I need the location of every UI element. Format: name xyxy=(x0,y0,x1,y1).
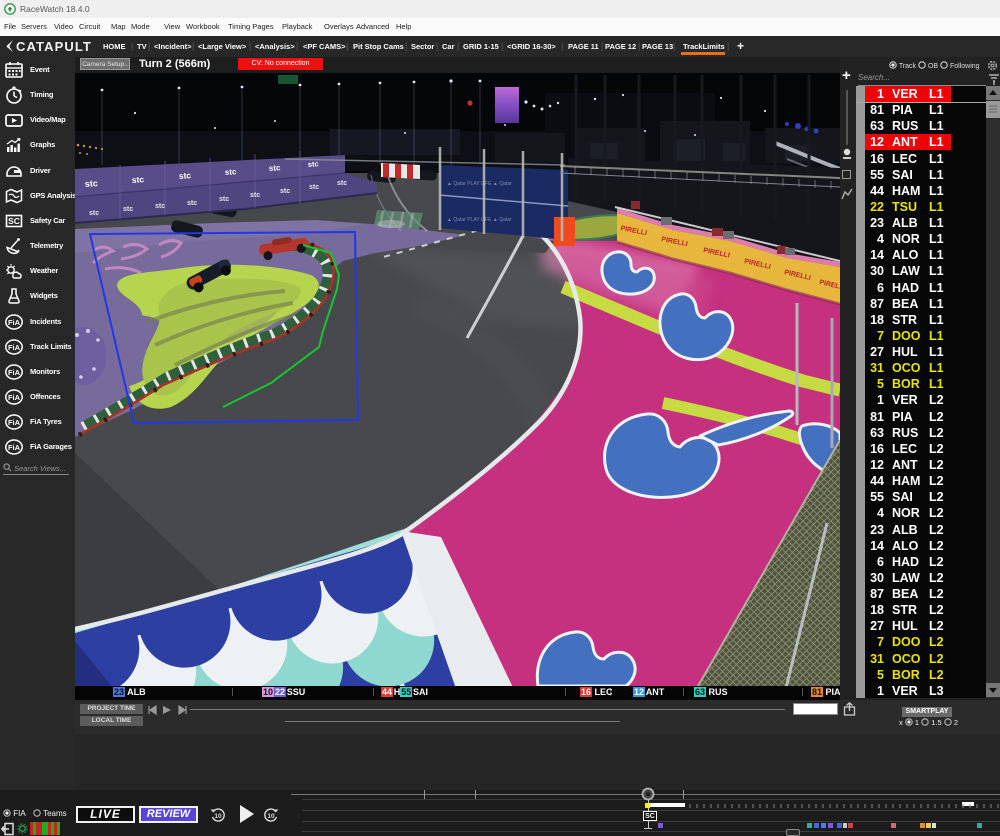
svg-text:stc: stc xyxy=(269,163,282,173)
svg-text:stc: stc xyxy=(225,167,238,177)
svg-text:FiA: FiA xyxy=(8,443,21,452)
svg-text:FiA: FiA xyxy=(8,318,21,327)
svg-text:▲ Qatar PLAY LIFE ▲ Qatar: ▲ Qatar PLAY LIFE ▲ Qatar xyxy=(447,181,512,187)
svg-text:FiA: FiA xyxy=(8,393,21,402)
svg-text:stc: stc xyxy=(187,200,197,207)
svg-text:▲ Qatar PLAY LIFE ▲ Qatar: ▲ Qatar PLAY LIFE ▲ Qatar xyxy=(447,217,512,223)
svg-text:stc: stc xyxy=(123,206,133,213)
svg-text:SC: SC xyxy=(8,216,20,226)
svg-text:FiA: FiA xyxy=(8,418,21,427)
svg-text:stc: stc xyxy=(308,159,319,169)
svg-text:10: 10 xyxy=(267,813,275,820)
svg-text:stc: stc xyxy=(337,180,347,187)
svg-text:FiA: FiA xyxy=(8,368,21,377)
svg-text:stc: stc xyxy=(84,178,98,189)
svg-text:stc: stc xyxy=(89,210,99,217)
svg-text:stc: stc xyxy=(219,196,229,203)
svg-text:stc: stc xyxy=(309,184,319,191)
svg-text:stc: stc xyxy=(280,188,290,195)
svg-text:stc: stc xyxy=(250,192,260,199)
svg-text:10: 10 xyxy=(214,813,222,820)
svg-text:stc: stc xyxy=(155,203,165,210)
svg-text:stc: stc xyxy=(178,170,191,181)
svg-text:stc: stc xyxy=(131,174,144,185)
svg-text:FiA: FiA xyxy=(8,343,21,352)
